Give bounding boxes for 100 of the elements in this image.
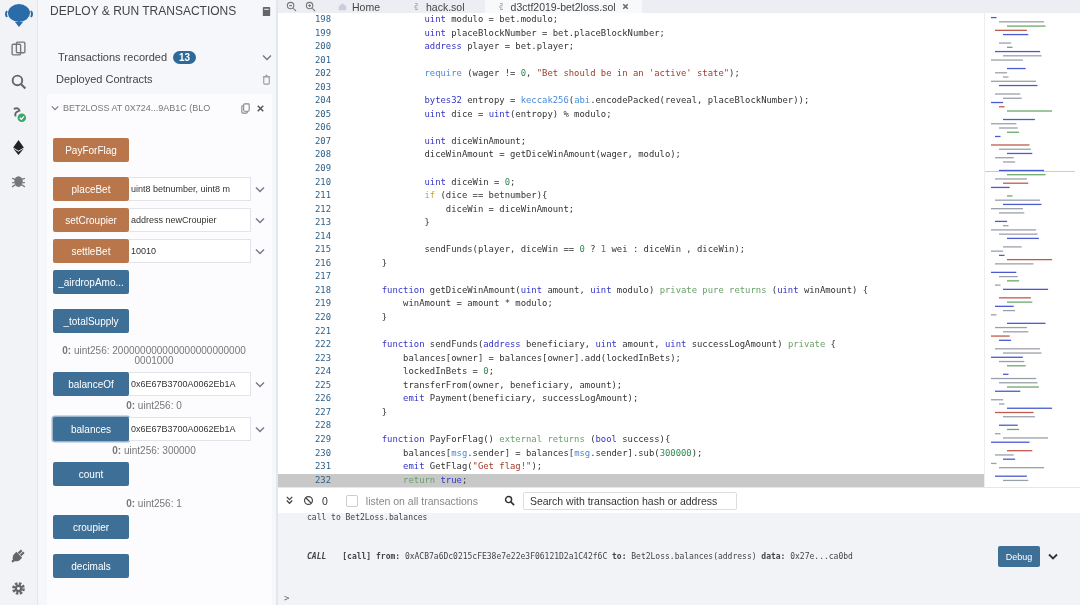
function-button[interactable]: _airdropAmo...: [53, 270, 129, 294]
line-number: 204: [313, 94, 331, 108]
editor-tab[interactable]: Home: [324, 0, 392, 13]
zoom-in-icon[interactable]: [305, 1, 316, 12]
argument-field[interactable]: address newCroupier: [129, 208, 251, 232]
code-line: uint diceWin = 0;: [423, 175, 516, 189]
zoom-out-icon[interactable]: [286, 1, 297, 12]
code-line: winAmount = amount * modulo;: [402, 297, 553, 311]
log-title: call to Bet2Loss.balances: [306, 513, 429, 522]
settings-icon[interactable]: [10, 580, 27, 597]
chevron-down-icon[interactable]: [1048, 553, 1058, 560]
code-line: function sendFunds(address beneficiary, uint amount, uint successLogAmount) private {: [380, 338, 836, 352]
ethereum-icon[interactable]: [10, 139, 27, 156]
close-icon[interactable]: [620, 2, 630, 11]
deployed-contracts-label: Deployed Contracts: [56, 73, 153, 85]
code-line: if (dice == betnumber){: [423, 189, 548, 203]
code-line: transferFrom(owner, beneficiary, amount);: [402, 378, 623, 392]
line-number: 207: [313, 134, 331, 148]
line-number: 200: [313, 40, 331, 54]
code-line: function PayForFlag() external returns (bool success){: [380, 432, 671, 446]
line-number: 231: [313, 460, 331, 474]
tx-details: [call] from: 0xACB7a6Dc0215cFE38e7e22e3F06121D2a1C42f6C to: Bet2Loss.balances(address) data: 0x27e...ca0bd: [342, 552, 853, 561]
argument-field[interactable]: 10010: [129, 239, 251, 263]
editor-tab[interactable]: hack.sol: [400, 0, 477, 13]
argument-field[interactable]: 0x6E67B3700A0062Eb1A: [129, 372, 251, 396]
code-line: }: [423, 216, 430, 230]
line-number: 216: [313, 256, 331, 270]
function-button[interactable]: count: [53, 462, 129, 486]
close-icon[interactable]: [255, 102, 266, 114]
call-result: 0: uint256: 2000000000000000000000000001000: [61, 346, 247, 366]
collapse-icon[interactable]: [284, 495, 295, 506]
book-icon[interactable]: [261, 5, 272, 17]
line-number: 206: [313, 121, 331, 135]
function-button[interactable]: balanceOf: [53, 372, 129, 396]
argument-field[interactable]: 0x6E67B3700A0062Eb1A: [129, 417, 251, 441]
home-icon: [338, 2, 347, 11]
code-line: balances[msg.sender] = balances[msg.sender].sub(300000);: [402, 446, 703, 460]
line-number: 225: [313, 378, 331, 392]
line-number: 223: [313, 351, 331, 365]
line-number: 232: [313, 473, 331, 487]
code-line: emit Payment(beneficiary, successLogAmount);: [402, 392, 639, 406]
line-number: 202: [313, 67, 331, 81]
editor-tab[interactable]: d3ctf2019-bet2loss.sol: [484, 0, 642, 13]
function-button[interactable]: decimals: [53, 554, 129, 578]
listen-label: listen on all transactions: [365, 494, 478, 507]
search-field[interactable]: Search with transaction hash or address: [522, 491, 737, 510]
line-number: 210: [313, 175, 331, 189]
line-number: 221: [313, 324, 331, 338]
tab-label: hack.sol: [426, 0, 465, 13]
code-line: bytes32 entropy = keccak256(abi.encodePacked(reveal, placeBlockNumber));: [423, 94, 810, 108]
code-line: function getDiceWinAmount(uint amount, uint modulo) private pure returns (uint winAmount) {: [380, 283, 869, 297]
files-icon[interactable]: [10, 40, 27, 57]
copy-icon[interactable]: [240, 102, 251, 114]
code-line: diceWin = diceWinAmount;: [444, 202, 575, 216]
argument-field[interactable]: uint8 betnumber, uint8 m: [129, 177, 251, 201]
function-button[interactable]: croupier: [53, 515, 129, 539]
line-number: 229: [313, 432, 331, 446]
function-button[interactable]: balances: [53, 417, 129, 441]
line-number: 218: [313, 283, 331, 297]
line-number: 227: [313, 405, 331, 419]
line-number: 211: [313, 189, 331, 203]
minimap-drawing[interactable]: [984, 13, 1075, 487]
function-button[interactable]: setCroupier: [53, 208, 129, 232]
line-number: 228: [313, 419, 331, 433]
function-button[interactable]: PayForFlag: [53, 138, 129, 162]
debug-button[interactable]: Debug: [998, 546, 1040, 567]
function-button[interactable]: placeBet: [53, 177, 129, 201]
plug-icon[interactable]: [10, 547, 27, 564]
function-button[interactable]: _totalSupply: [53, 309, 129, 333]
line-number: 224: [313, 365, 331, 379]
code-line: uint placeBlockNumber = bet.placeBlockNumber;: [423, 26, 665, 40]
code-line: address player = bet.player;: [423, 40, 575, 54]
line-number: 209: [313, 162, 331, 175]
tab-label: Home: [352, 0, 380, 13]
clear-icon[interactable]: [303, 495, 314, 506]
code-line: return true;: [402, 473, 468, 487]
trash-icon[interactable]: [261, 73, 272, 85]
tx-type: CALL: [307, 552, 327, 561]
code-line: sendFunds(player, diceWin == 0 ? 1 wei : diceWin , diceWin);: [423, 243, 746, 257]
search-icon[interactable]: [503, 495, 515, 506]
terminal-prompt[interactable]: >: [278, 593, 1072, 605]
line-number: 212: [313, 202, 331, 216]
line-number: 222: [313, 338, 331, 352]
function-button[interactable]: settleBet: [53, 239, 129, 263]
logo-icon[interactable]: [3, 2, 34, 28]
transactions-label: Transactions recorded: [58, 51, 168, 63]
code-line: }: [380, 311, 388, 325]
code-line: }: [380, 256, 388, 270]
line-number: 217: [313, 270, 331, 284]
code-line: lockedInBets = 0;: [402, 365, 494, 379]
line-number: 213: [313, 216, 331, 230]
line-number: 201: [313, 53, 331, 67]
contract-title[interactable]: BET2LOSS AT 0X724...9AB1C (BLO: [63, 103, 236, 113]
call-result: 0: uint256: 1: [125, 499, 183, 509]
code-line: uint diceWinAmount;: [423, 134, 527, 148]
panel-title: DEPLOY & RUN TRANSACTIONS: [50, 4, 238, 18]
tab-label: d3ctf2019-bet2loss.sol: [510, 0, 616, 13]
listen-checkbox[interactable]: [345, 494, 358, 507]
caret-icon[interactable]: [51, 105, 59, 111]
call-result: 0: uint256: 0: [125, 401, 183, 411]
